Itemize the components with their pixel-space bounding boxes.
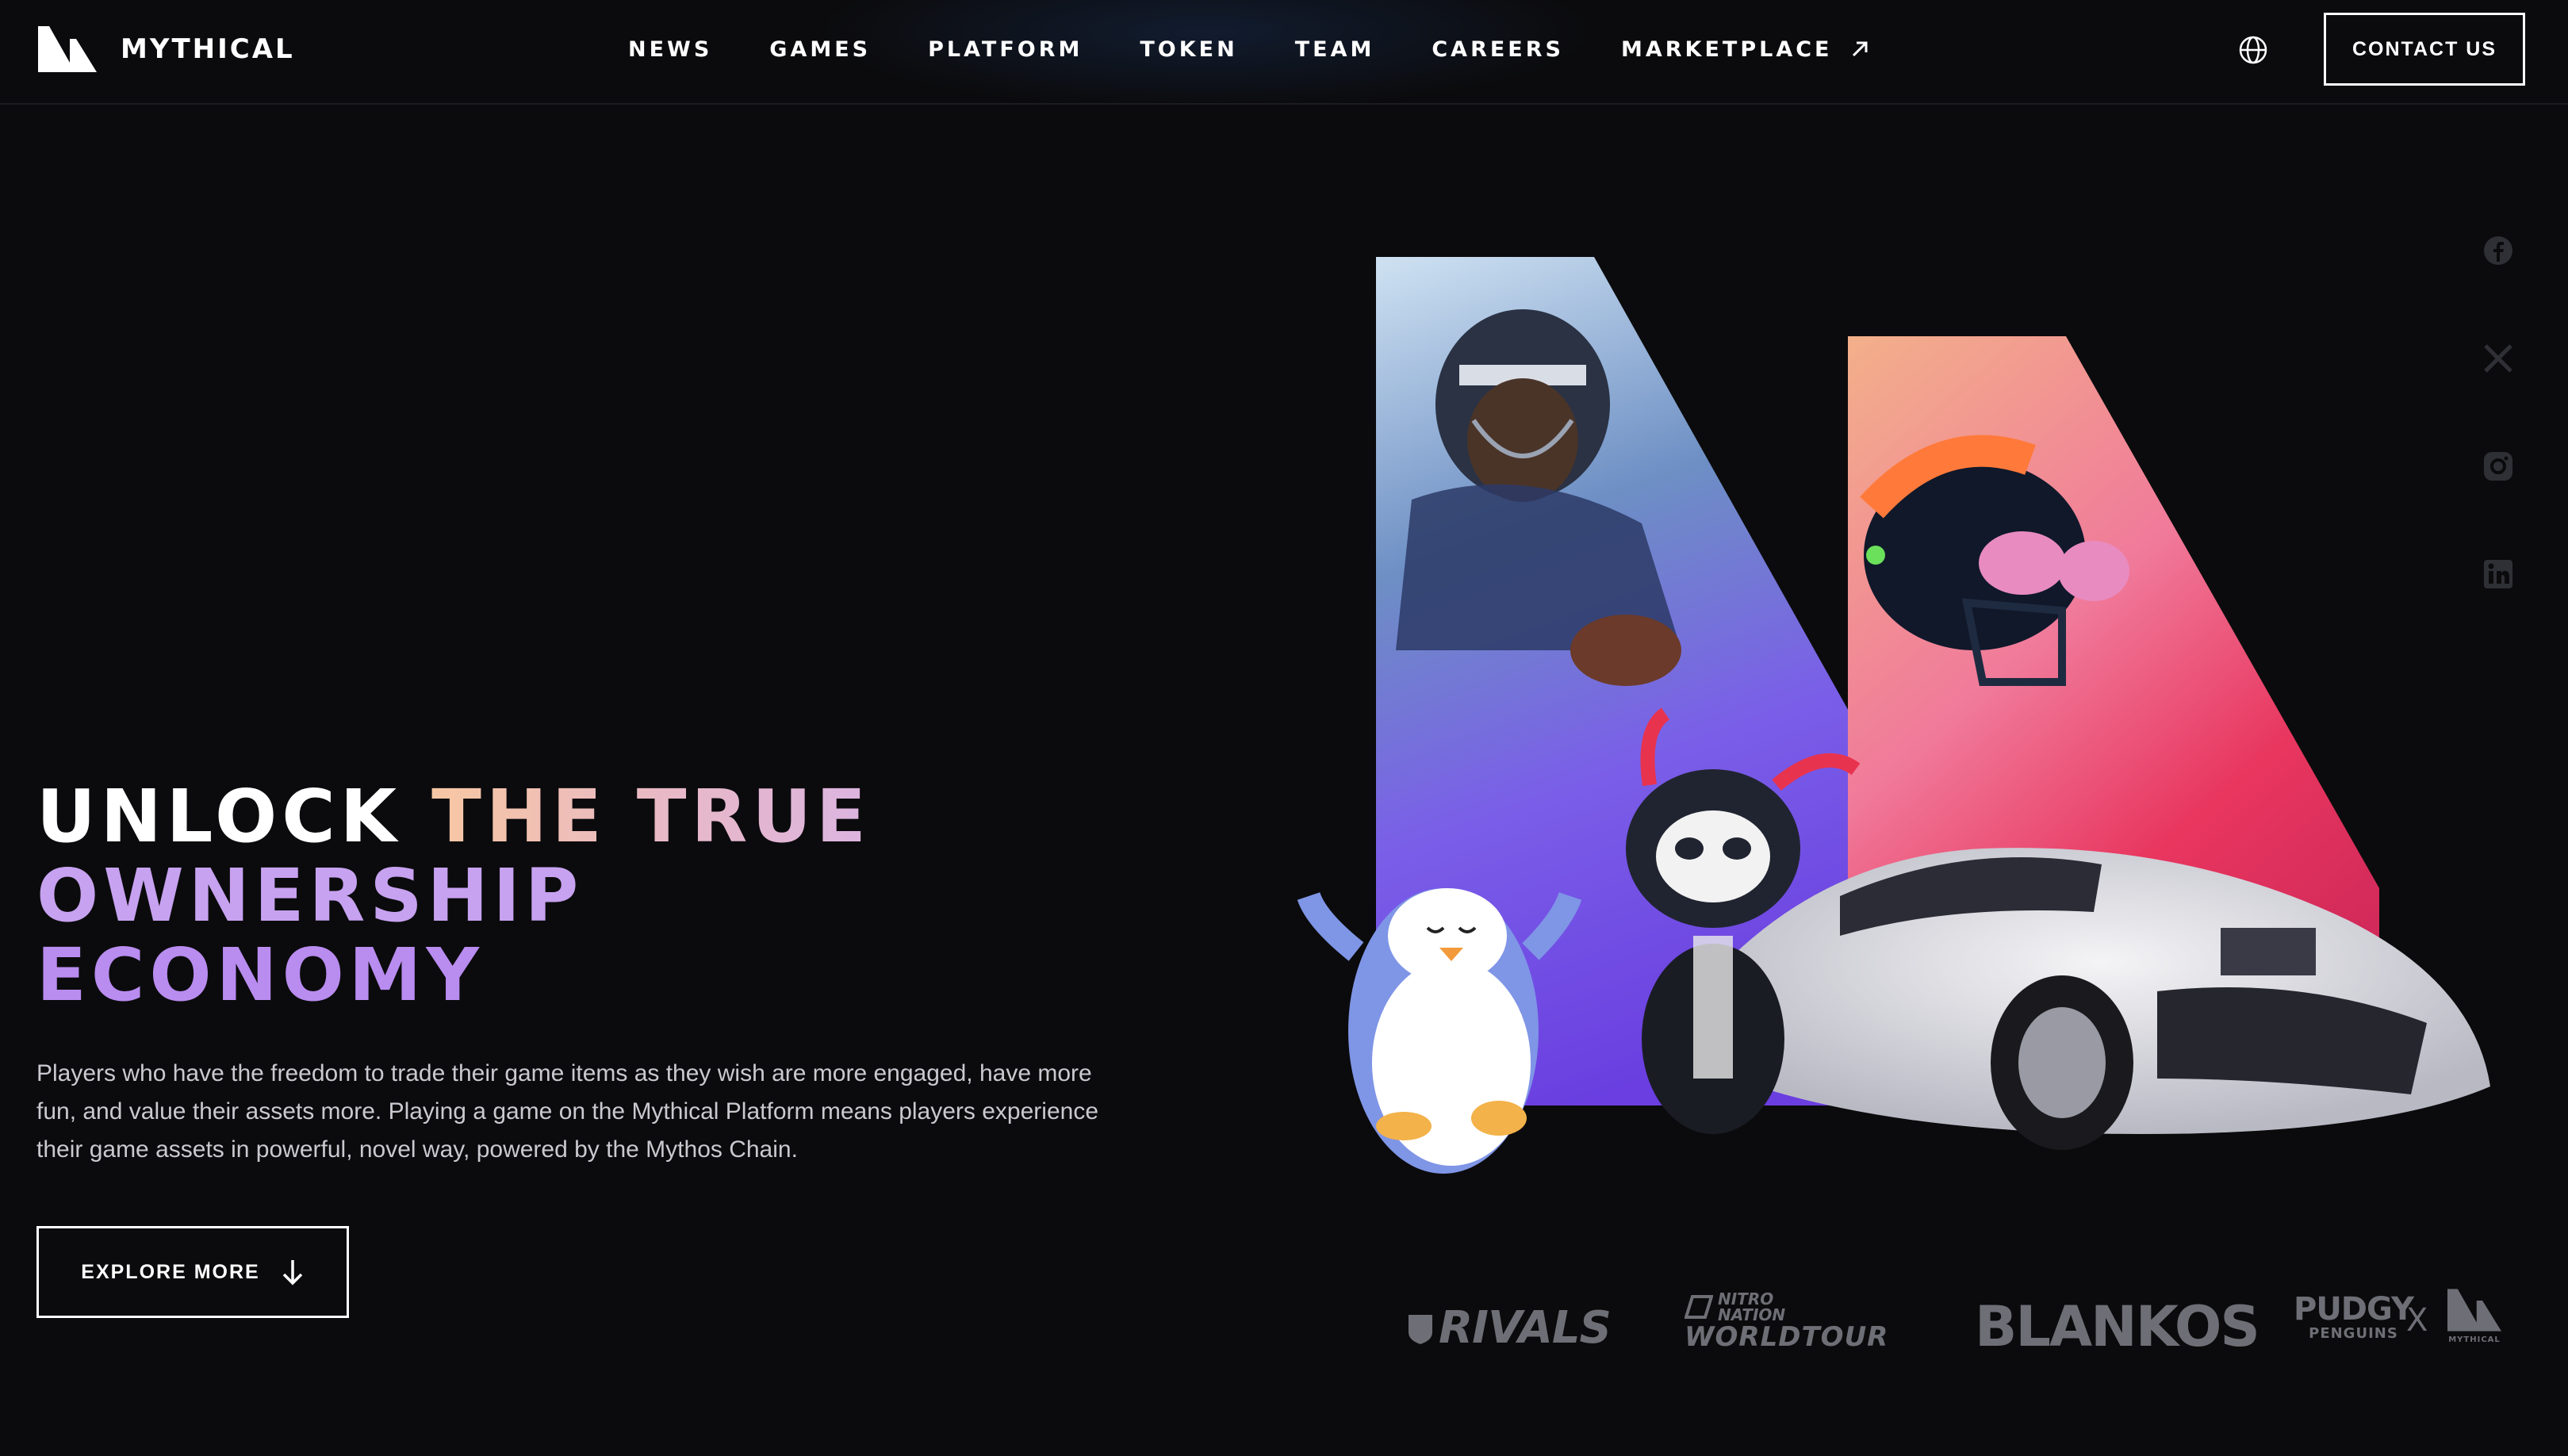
- explore-more-button[interactable]: EXPLORE MORE: [36, 1226, 349, 1318]
- partner-pudgy-bottom: PENGUINS: [2309, 1325, 2398, 1342]
- partner-nitro-bottom: WORLDTOUR: [1685, 1321, 1889, 1353]
- hero-description: Players who have the freedom to trade th…: [36, 1060, 1099, 1163]
- external-link-icon[interactable]: [1849, 38, 1871, 60]
- partner-logos: RIVALS NITRO NATION WORLDTOUR BLANKOS PU…: [1396, 1289, 2522, 1359]
- nav-item-games[interactable]: GAMES: [769, 37, 871, 62]
- facebook-icon[interactable]: [2481, 233, 2516, 268]
- partner-mythical: MYTHICAL: [2446, 1288, 2503, 1344]
- nav-item-token[interactable]: TOKEN: [1140, 37, 1237, 62]
- nav-item-team[interactable]: TEAM: [1295, 37, 1375, 62]
- partner-pudgy-penguins: PUDGY PENGUINS: [2294, 1291, 2414, 1342]
- nfl-shield-icon: [1409, 1314, 1432, 1344]
- partner-nitro-mid: NATION: [1718, 1305, 1786, 1324]
- headline-economy: ECONOMY: [36, 933, 484, 1017]
- arrow-down-icon: [282, 1260, 302, 1285]
- globe-icon[interactable]: [2238, 35, 2268, 65]
- headline-unlock: UNLOCK: [36, 774, 432, 859]
- partner-rivals-label: RIVALS: [1439, 1302, 1612, 1354]
- contact-us-button[interactable]: CONTACT US: [2324, 13, 2525, 86]
- headline-the-true: THE TRUE: [431, 774, 871, 859]
- brand-logo[interactable]: MYTHICAL: [38, 25, 295, 73]
- partner-nitro-nation: NITRO NATION WORLDTOUR: [1685, 1289, 1889, 1353]
- main-menu: NEWS GAMES PLATFORM TOKEN TEAM CAREERS M…: [628, 32, 1871, 67]
- instagram-icon[interactable]: [2481, 449, 2516, 484]
- partner-mythical-label: MYTHICAL: [2448, 1335, 2501, 1344]
- headline-ownership: OWNERSHIP: [36, 853, 584, 938]
- linkedin-icon[interactable]: [2481, 557, 2516, 592]
- partner-cross: X: [2406, 1302, 2428, 1339]
- hero-headline: UNLOCK THE TRUE OWNERSHIP ECONOMY: [36, 777, 1115, 1015]
- nav-item-marketplace[interactable]: MARKETPLACE: [1621, 37, 1833, 62]
- mythical-small-logo-icon: [2447, 1289, 2501, 1331]
- top-nav: MYTHICAL NEWS GAMES PLATFORM TOKEN TEAM …: [0, 0, 2568, 105]
- mythical-m-logo-icon: [38, 26, 97, 72]
- partner-pudgy-top: PUDGY: [2294, 1291, 2414, 1328]
- nav-item-careers[interactable]: CAREERS: [1432, 37, 1564, 62]
- partner-nitro-top: NITRO: [1718, 1289, 1774, 1308]
- nitro-emblem-icon: [1685, 1295, 1713, 1319]
- partner-blankos: BLANKOS: [1975, 1294, 2260, 1359]
- nav-item-news[interactable]: NEWS: [628, 37, 712, 62]
- explore-more-label: EXPLORE MORE: [81, 1260, 260, 1283]
- brand-name: MYTHICAL: [121, 33, 295, 65]
- nav-item-platform[interactable]: PLATFORM: [928, 37, 1083, 62]
- partner-nfl-rivals: RIVALS: [1407, 1302, 1612, 1354]
- x-icon[interactable]: [2481, 341, 2516, 376]
- hero-artwork: [1297, 257, 2490, 1174]
